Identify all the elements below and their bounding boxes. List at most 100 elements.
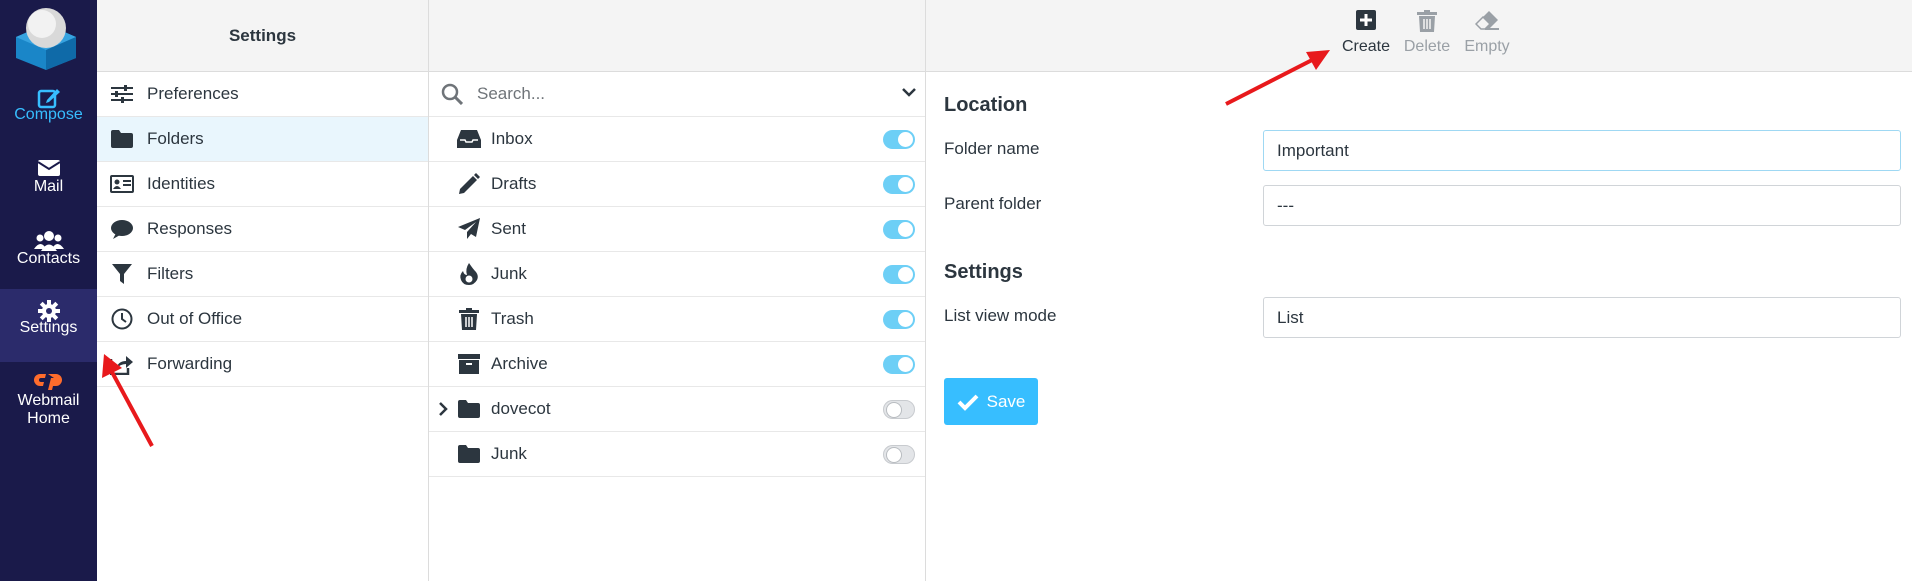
- nav-webmail-label-2: Home: [27, 410, 70, 427]
- nav-settings-label: Settings: [19, 319, 78, 336]
- nav-settings[interactable]: Settings: [0, 289, 97, 362]
- settings-item-forwarding[interactable]: Forwarding: [97, 342, 428, 387]
- nav-webmail-home[interactable]: Webmail Home: [0, 364, 97, 444]
- nav-mail[interactable]: Mail: [0, 148, 97, 220]
- folder-search[interactable]: Search...: [429, 72, 925, 117]
- webmail-app: Compose Mail Contacts Settings Webmail H…: [0, 0, 1912, 581]
- main-nav: Compose Mail Contacts Settings Webmail H…: [0, 0, 97, 581]
- parent-folder-label: Parent folder: [944, 194, 1042, 213]
- settings-sidebar: Settings Preferences Folders Identities: [97, 0, 429, 581]
- save-label: Save: [986, 391, 1026, 411]
- subscribe-toggle[interactable]: [883, 445, 915, 464]
- folder-row-trash[interactable]: Trash: [429, 297, 925, 342]
- compose-icon: [0, 76, 97, 109]
- folder-label: dovecot: [491, 399, 551, 418]
- share-icon: [109, 353, 135, 375]
- cpanel-icon: [0, 364, 97, 390]
- sliders-icon: [109, 83, 135, 105]
- nav-webmail-label-1: Webmail: [17, 392, 80, 409]
- settings-item-identities[interactable]: Identities: [97, 162, 428, 207]
- envelope-icon: [0, 148, 97, 176]
- roundcube-logo: [10, 4, 82, 70]
- trash-icon: [1399, 10, 1455, 34]
- nav-mail-label: Mail: [33, 178, 64, 195]
- list-view-mode-select[interactable]: List: [1263, 297, 1901, 338]
- folder-name-input[interactable]: Important: [1263, 130, 1901, 171]
- folder-row-drafts[interactable]: Drafts: [429, 162, 925, 207]
- chevron-right-icon[interactable]: [438, 401, 448, 421]
- folder-row-inbox[interactable]: Inbox: [429, 117, 925, 162]
- users-icon: [0, 220, 97, 251]
- folder-icon: [109, 128, 135, 150]
- settings-item-responses[interactable]: Responses: [97, 207, 428, 252]
- inbox-icon: [457, 128, 481, 150]
- archive-icon: [457, 353, 481, 375]
- paper-plane-icon: [457, 218, 481, 240]
- plus-square-icon: [1338, 10, 1394, 34]
- folder-label: Junk: [491, 444, 527, 463]
- folder-row-sent[interactable]: Sent: [429, 207, 925, 252]
- settings-item-label: Preferences: [147, 84, 239, 103]
- search-input[interactable]: Search...: [477, 84, 545, 104]
- folder-label: Sent: [491, 219, 526, 238]
- settings-item-preferences[interactable]: Preferences: [97, 72, 428, 117]
- clock-icon: [109, 308, 135, 330]
- comment-icon: [109, 218, 135, 240]
- folder-label: Junk: [491, 264, 527, 283]
- folder-row-dovecot[interactable]: dovecot: [429, 387, 925, 432]
- subscribe-toggle[interactable]: [883, 310, 915, 329]
- subscribe-toggle[interactable]: [883, 265, 915, 284]
- settings-item-folders[interactable]: Folders: [97, 117, 428, 162]
- folder-label: Trash: [491, 309, 534, 328]
- folder-label: Archive: [491, 354, 548, 373]
- folder-row-junk-2[interactable]: Junk: [429, 432, 925, 477]
- nav-contacts-label: Contacts: [16, 250, 81, 267]
- parent-folder-select[interactable]: ---: [1263, 185, 1901, 226]
- list-view-mode-label: List view mode: [944, 306, 1057, 325]
- settings-item-label: Filters: [147, 264, 194, 283]
- settings-item-label: Folders: [147, 129, 204, 148]
- chevron-down-icon[interactable]: [901, 84, 917, 105]
- fire-icon: [457, 263, 481, 285]
- folder-name-label: Folder name: [944, 139, 1040, 158]
- settings-item-out-of-office[interactable]: Out of Office: [97, 297, 428, 342]
- subscribe-toggle[interactable]: [883, 400, 915, 419]
- folder-row-archive[interactable]: Archive: [429, 342, 925, 387]
- trash-icon: [457, 308, 481, 330]
- search-icon: [441, 83, 467, 105]
- empty-label: Empty: [1464, 38, 1510, 55]
- settings-header: Settings: [97, 0, 428, 72]
- id-card-icon: [109, 173, 135, 195]
- folders-list-panel: Search... Inbox Drafts Sent Junk Trash A…: [429, 0, 926, 581]
- settings-item-label: Identities: [147, 174, 216, 193]
- settings-item-label: Forwarding: [147, 354, 233, 373]
- folder-label: Inbox: [491, 129, 533, 148]
- folder-edit-panel: Create Delete Empty Location Folder name…: [926, 0, 1912, 581]
- pencil-icon: [457, 173, 481, 195]
- settings-item-filters[interactable]: Filters: [97, 252, 428, 297]
- settings-item-label: Out of Office: [147, 309, 243, 328]
- folder-label: Drafts: [491, 174, 537, 193]
- folder-icon: [457, 443, 481, 465]
- subscribe-toggle[interactable]: [883, 355, 915, 374]
- settings-item-label: Responses: [147, 219, 233, 238]
- empty-button[interactable]: Empty: [1459, 10, 1515, 56]
- check-icon: [957, 394, 979, 411]
- create-label: Create: [1341, 38, 1391, 55]
- subscribe-toggle[interactable]: [883, 220, 915, 239]
- create-button[interactable]: Create: [1338, 10, 1394, 56]
- folder-toolbar: Create Delete Empty: [926, 0, 1912, 72]
- folder-icon: [457, 398, 481, 420]
- subscribe-toggle[interactable]: [883, 130, 915, 149]
- location-section-title: Location: [944, 94, 1028, 116]
- save-button[interactable]: Save: [944, 378, 1038, 425]
- nav-compose[interactable]: Compose: [0, 76, 97, 148]
- delete-label: Delete: [1403, 38, 1451, 55]
- subscribe-toggle[interactable]: [883, 175, 915, 194]
- settings-section-title: Settings: [944, 261, 1023, 283]
- delete-button[interactable]: Delete: [1399, 10, 1455, 56]
- filter-icon: [109, 263, 135, 285]
- nav-compose-label: Compose: [14, 106, 83, 123]
- nav-contacts[interactable]: Contacts: [0, 220, 97, 292]
- folder-row-junk[interactable]: Junk: [429, 252, 925, 297]
